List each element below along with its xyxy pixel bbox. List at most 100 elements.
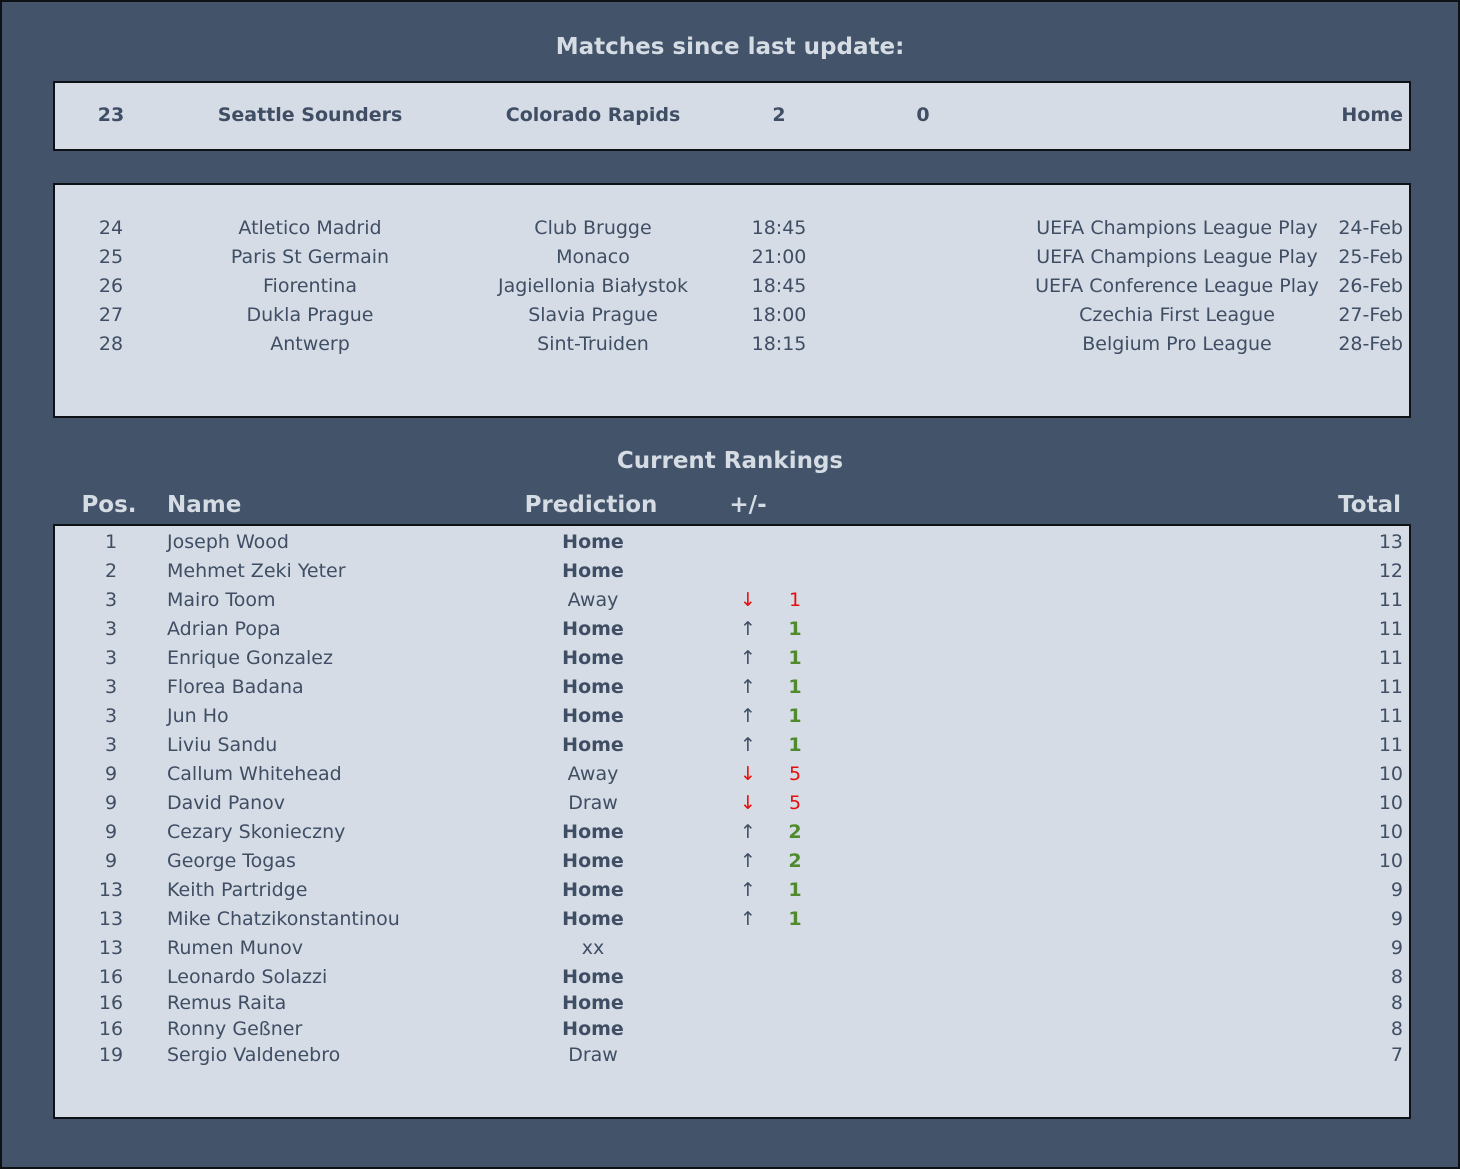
ranking-total: 11: [1378, 589, 1403, 611]
ranking-prediction: Home: [562, 992, 624, 1014]
rankings-panel: 1 Joseph Wood Home 13 2 Mehmet Zeki Yeter Home…: [53, 524, 1411, 1119]
fixture-date: 28-Feb: [1338, 333, 1403, 355]
fixture-row: 27 Dukla Prague Slavia Prague 18:00 Czechia …: [55, 301, 1409, 330]
fixture-away-team: Sint-Truiden: [537, 333, 649, 355]
ranking-change: 1: [788, 618, 802, 640]
ranking-change: 1: [788, 879, 802, 901]
ranking-prediction: Home: [562, 560, 624, 582]
ranking-change: 2: [788, 821, 802, 843]
fixture-away-team: Club Brugge: [534, 217, 652, 239]
ranking-position: 3: [104, 589, 118, 611]
ranking-prediction: Home: [562, 850, 624, 872]
home-goals: 2: [772, 104, 786, 126]
ranking-total: 13: [1378, 531, 1403, 553]
away-goals: 0: [916, 104, 930, 126]
ranking-total: 11: [1378, 676, 1403, 698]
ranking-prediction: Draw: [568, 1044, 618, 1066]
ranking-row: 9 David Panov Draw ↓ 5 10: [55, 789, 1409, 818]
ranking-prediction: Home: [562, 1018, 624, 1040]
fixture-date: 24-Feb: [1338, 217, 1403, 239]
ranking-prediction: Home: [562, 676, 624, 698]
ranking-total: 9: [1390, 908, 1403, 930]
ranking-total: 10: [1378, 850, 1403, 872]
ranking-prediction: Home: [562, 966, 624, 988]
ranking-position: 3: [104, 734, 118, 756]
ranking-prediction: Away: [567, 589, 619, 611]
ranking-prediction: Home: [562, 821, 624, 843]
ranking-row: 19 Sergio Valdenebro Draw 7: [55, 1041, 1409, 1070]
ranking-change: 1: [788, 705, 802, 727]
ranking-position: 13: [98, 908, 124, 930]
ranking-position: 16: [98, 992, 124, 1014]
header-pos: Pos.: [81, 492, 137, 518]
ranking-total: 7: [1390, 1044, 1403, 1066]
ranking-position: 16: [98, 1018, 124, 1040]
ranking-prediction: Home: [562, 647, 624, 669]
header-name: Name: [167, 492, 242, 518]
fixture-number: 25: [98, 246, 124, 268]
ranking-row: 9 George Togas Home ↑ 2 10: [55, 847, 1409, 876]
ranking-name: Keith Partridge: [167, 879, 308, 901]
ranking-name: Sergio Valdenebro: [167, 1044, 341, 1066]
arrow-up-icon: ↑: [740, 850, 756, 872]
ranking-prediction: Draw: [568, 792, 618, 814]
ranking-position: 3: [104, 676, 118, 698]
arrow-down-icon: ↓: [740, 792, 756, 814]
ranking-prediction: xx: [581, 937, 605, 959]
ranking-change: 2: [788, 850, 802, 872]
ranking-change: 1: [788, 734, 802, 756]
arrow-up-icon: ↑: [740, 908, 756, 930]
ranking-change: 1: [788, 908, 802, 930]
ranking-name: Mairo Toom: [167, 589, 276, 611]
match-result: Home: [1341, 104, 1403, 126]
fixture-away-team: Monaco: [556, 246, 630, 268]
fixture-competition: Czechia First League: [1079, 304, 1275, 326]
fixture-away-team: Jagiellonia Białystok: [497, 275, 689, 297]
ranking-row: 13 Mike Chatzikonstantinou Home ↑ 1 9: [55, 905, 1409, 934]
ranking-row: 3 Florea Badana Home ↑ 1 11: [55, 673, 1409, 702]
ranking-prediction: Home: [562, 879, 624, 901]
ranking-prediction: Home: [562, 908, 624, 930]
recent-matches-title: Matches since last update:: [555, 34, 905, 60]
fixture-time: 18:00: [751, 304, 807, 326]
arrow-up-icon: ↑: [740, 618, 756, 640]
ranking-row: 16 Remus Raita Home 8: [55, 989, 1409, 1018]
ranking-total: 12: [1378, 560, 1403, 582]
ranking-row: 9 Callum Whitehead Away ↓ 5 10: [55, 760, 1409, 789]
ranking-position: 13: [98, 937, 124, 959]
ranking-change: 5: [788, 763, 802, 785]
ranking-prediction: Home: [562, 705, 624, 727]
ranking-position: 3: [104, 705, 118, 727]
ranking-name: Cezary Skonieczny: [167, 821, 346, 843]
ranking-prediction: Home: [562, 734, 624, 756]
upcoming-matches-panel: 24 Atletico Madrid Club Brugge 18:45 UEFA Ch…: [53, 183, 1411, 418]
ranking-name: Liviu Sandu: [167, 734, 278, 756]
ranking-total: 11: [1378, 647, 1403, 669]
fixture-date: 25-Feb: [1338, 246, 1403, 268]
ranking-prediction: Home: [562, 618, 624, 640]
ranking-name: Ronny Geßner: [167, 1018, 303, 1040]
home-team: Seattle Sounders: [217, 104, 403, 126]
fixture-time: 18:45: [751, 217, 807, 239]
ranking-row: 3 Adrian Popa Home ↑ 1 11: [55, 615, 1409, 644]
ranking-name: Mehmet Zeki Yeter: [167, 560, 346, 582]
fixture-competition: UEFA Champions League Play: [1036, 217, 1318, 239]
arrow-up-icon: ↑: [740, 879, 756, 901]
ranking-name: Remus Raita: [167, 992, 287, 1014]
fixture-home-team: Antwerp: [270, 333, 350, 355]
arrow-down-icon: ↓: [740, 763, 756, 785]
fixture-away-team: Slavia Prague: [528, 304, 658, 326]
ranking-row: 16 Leonardo Solazzi Home 8: [55, 963, 1409, 992]
ranking-position: 9: [104, 763, 118, 785]
ranking-name: Jun Ho: [167, 705, 229, 727]
fixture-competition: UEFA Conference League Play: [1035, 275, 1319, 297]
ranking-total: 11: [1378, 618, 1403, 640]
fixture-competition: UEFA Champions League Play: [1036, 246, 1318, 268]
fixture-home-team: Dukla Prague: [246, 304, 374, 326]
fixture-competition: Belgium Pro League: [1082, 333, 1272, 355]
ranking-change: 5: [788, 792, 802, 814]
fixture-number: 26: [98, 275, 124, 297]
ranking-total: 10: [1378, 792, 1403, 814]
ranking-total: 8: [1390, 1018, 1403, 1040]
recent-match-row: 23 Seattle Sounders Colorado Rapids 2 0 …: [55, 101, 1409, 130]
